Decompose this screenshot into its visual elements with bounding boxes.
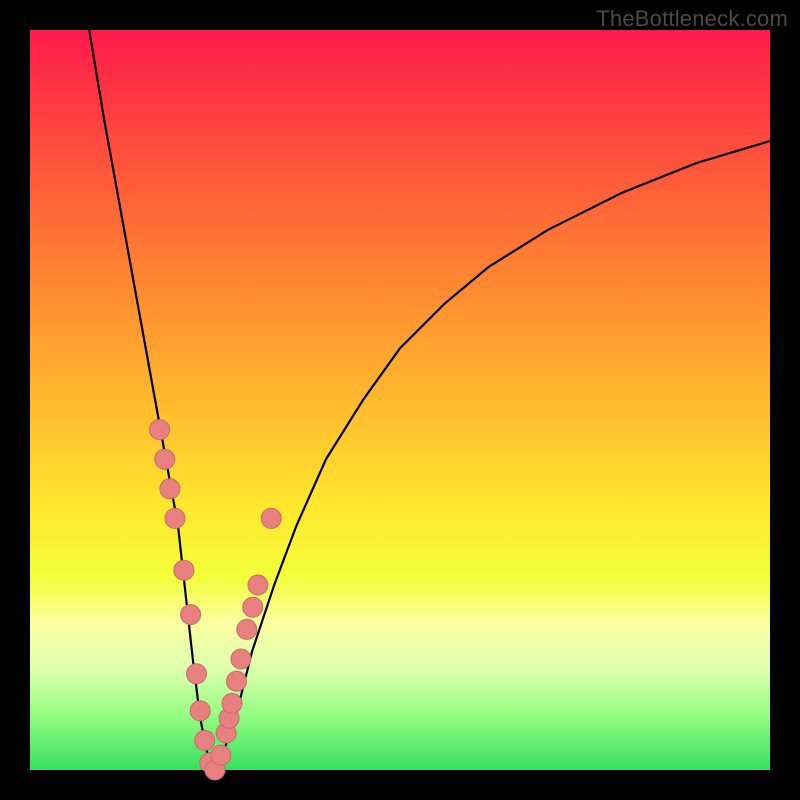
watermark-text: TheBottleneck.com [596, 6, 788, 32]
bead-marker [227, 671, 247, 691]
bead-marker [160, 479, 180, 499]
plot-area [30, 30, 770, 770]
bead-marker [190, 701, 210, 721]
bead-marker [174, 560, 194, 580]
bead-marker [222, 693, 242, 713]
bead-marker [231, 649, 251, 669]
chart-frame: TheBottleneck.com [0, 0, 800, 800]
bead-marker [195, 730, 215, 750]
bead-marker [150, 420, 170, 440]
bead-marker [237, 619, 257, 639]
bead-marker [243, 597, 263, 617]
bead-marker [181, 605, 201, 625]
bead-marker [211, 745, 231, 765]
bead-marker [165, 508, 185, 528]
bead-marker [261, 508, 281, 528]
curve-layer [30, 30, 770, 770]
bead-marker [248, 575, 268, 595]
bottleneck-curve [89, 30, 770, 770]
bead-marker [155, 449, 175, 469]
bead-marker [187, 664, 207, 684]
